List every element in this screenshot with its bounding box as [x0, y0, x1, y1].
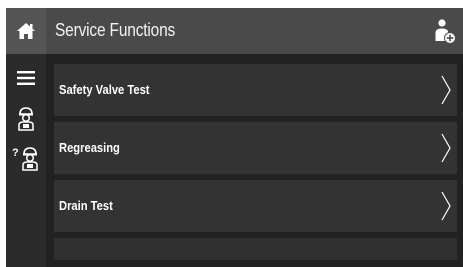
technician-button[interactable] [6, 100, 46, 136]
home-button[interactable] [6, 8, 46, 54]
list-item-drain-test[interactable]: Drain Test [54, 180, 457, 232]
page-title: Service Functions [55, 20, 176, 40]
list-item-label: Regreasing [59, 140, 120, 155]
svg-text:?: ? [12, 147, 19, 159]
list-item-regreasing[interactable]: Regreasing [54, 122, 457, 174]
hamburger-menu-icon [17, 71, 35, 85]
list-item-safety-valve-test[interactable]: Safety Valve Test [54, 64, 457, 116]
chevron-right-icon [441, 191, 451, 221]
technician-icon [18, 107, 34, 131]
chevron-right-icon [441, 133, 451, 163]
user-settings-icon [435, 19, 456, 44]
technician-help-icon: ? [12, 147, 38, 171]
list-item-label: Drain Test [59, 198, 113, 213]
home-icon [17, 23, 35, 39]
user-settings-button[interactable] [433, 18, 457, 46]
list-item-label: Safety Valve Test [59, 82, 150, 97]
service-list: Safety Valve Test Regreasing Drain Test [46, 54, 463, 267]
service-screen: ? Service Functions Safety Valve Test Re… [6, 8, 463, 267]
list-item-empty [54, 238, 457, 260]
header-bar: Service Functions [46, 8, 463, 54]
technician-help-button[interactable]: ? [6, 140, 46, 176]
menu-button[interactable] [6, 60, 46, 96]
chevron-right-icon [441, 75, 451, 105]
sidebar: ? [6, 8, 46, 267]
